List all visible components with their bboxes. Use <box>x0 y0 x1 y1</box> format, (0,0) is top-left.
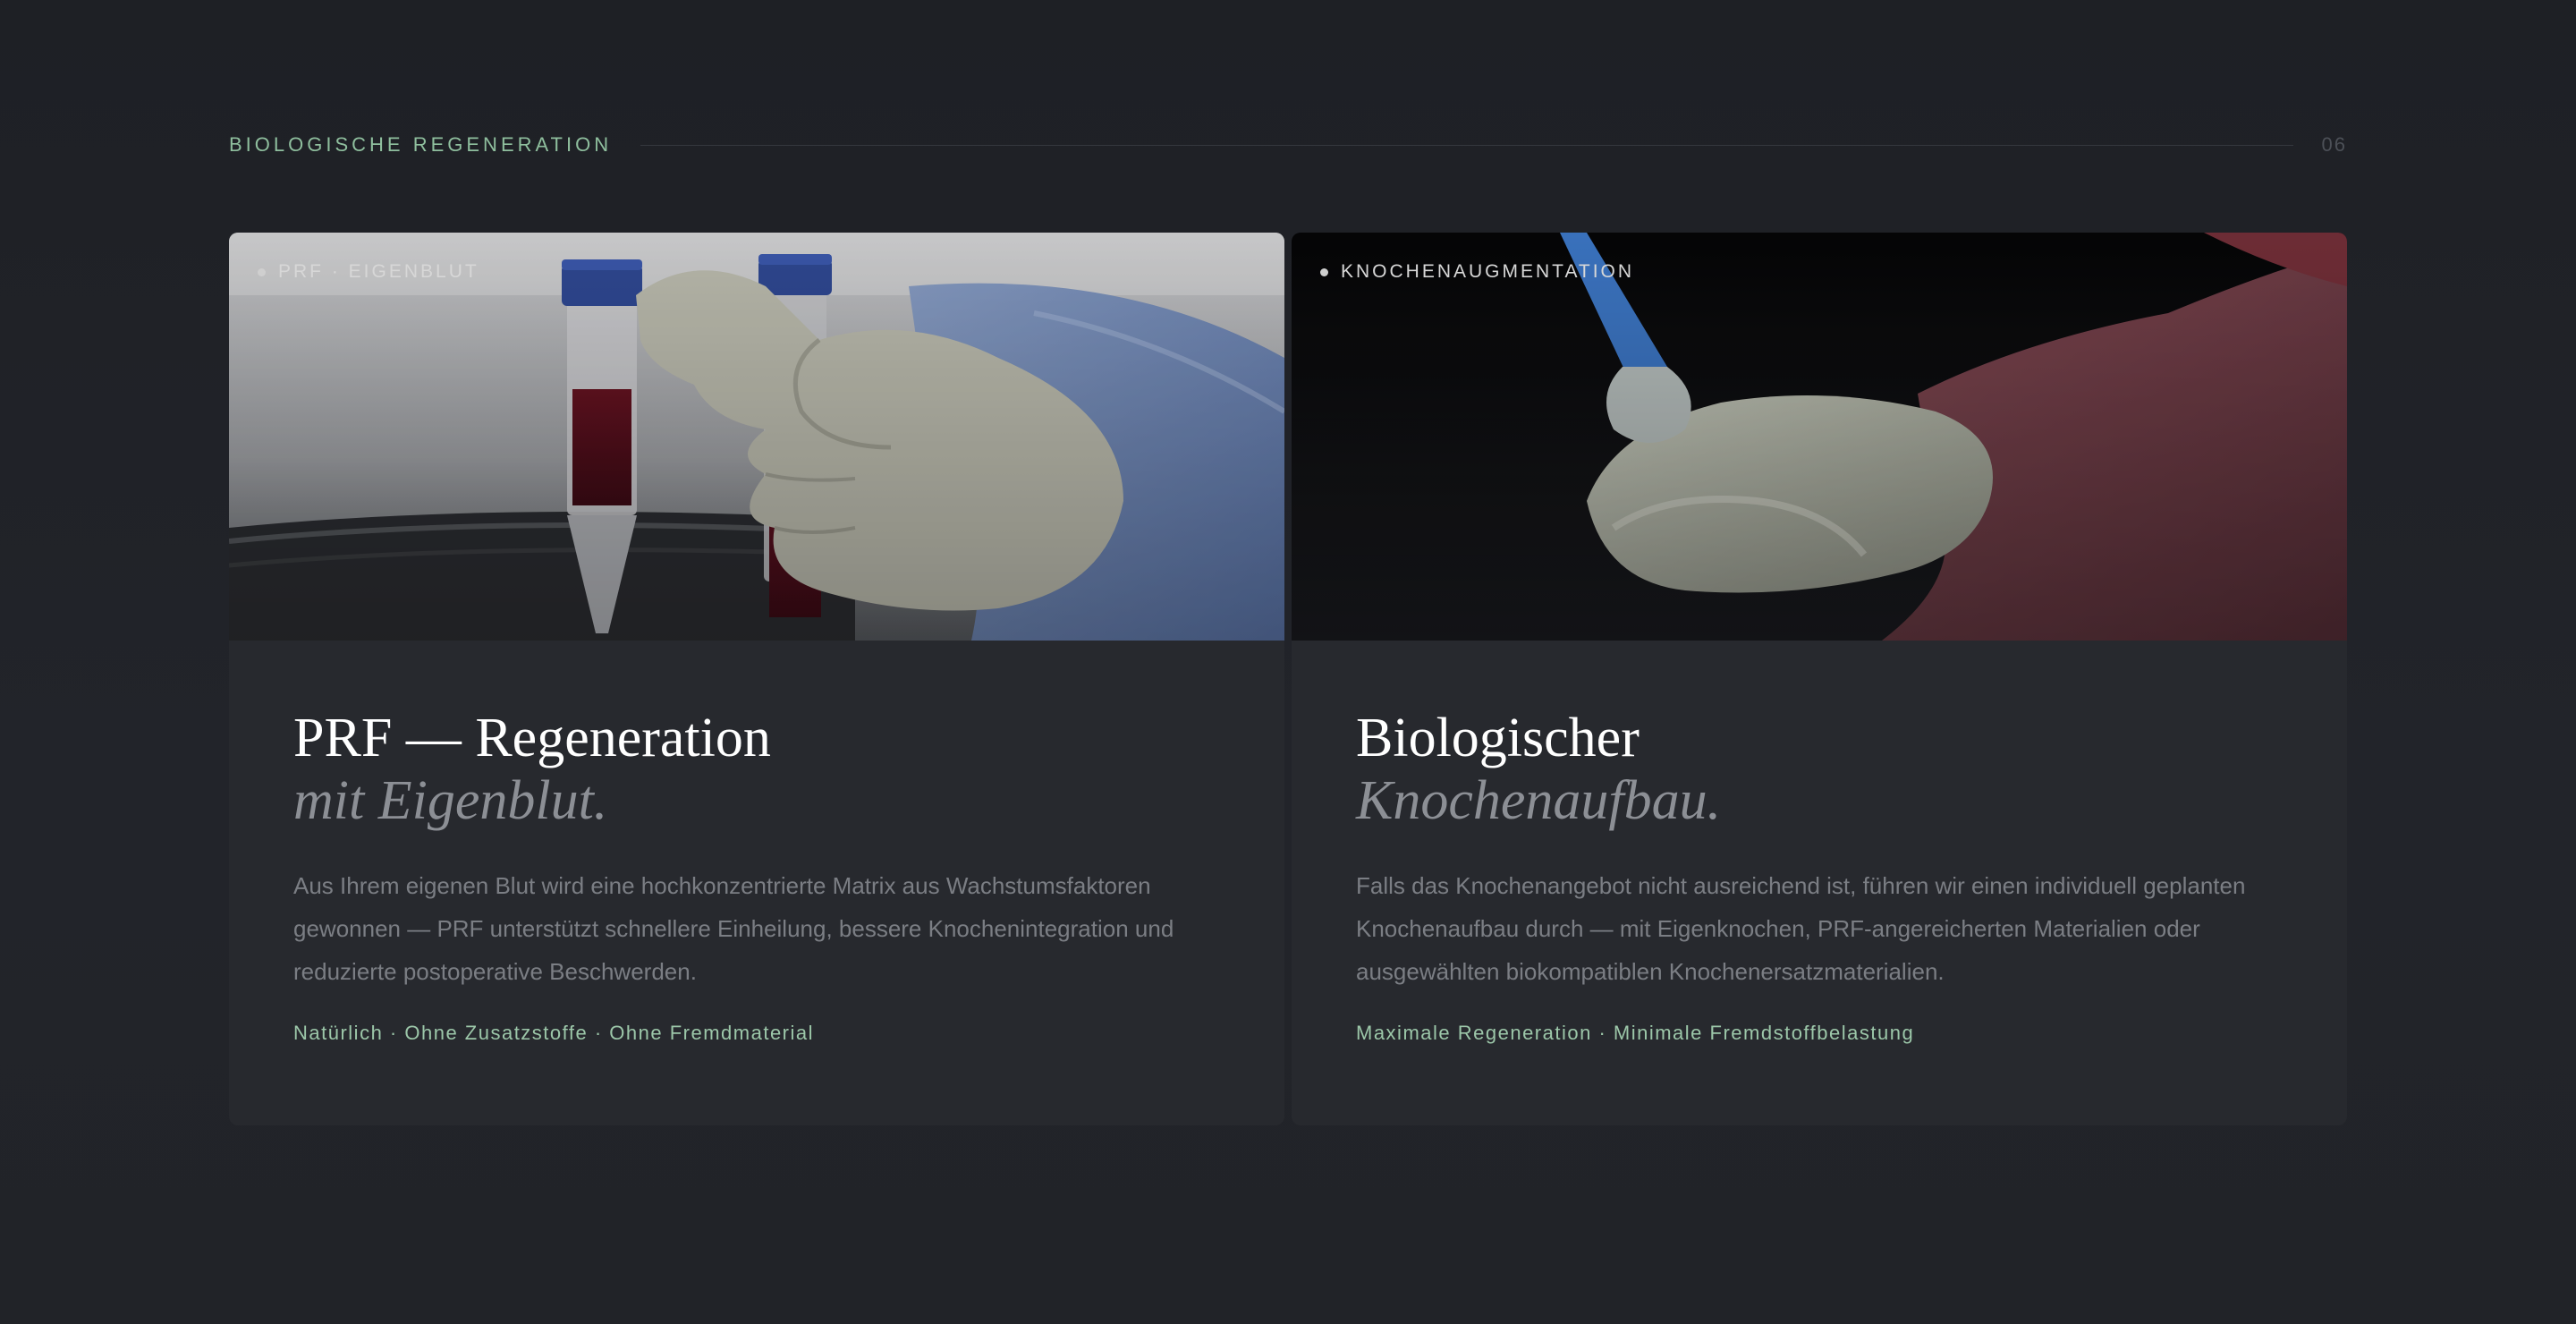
card-title-emphasis: Knochenaufbau. <box>1356 770 1722 831</box>
prf-blood-tubes-image <box>229 233 1284 641</box>
card-description: Aus Ihrem eigenen Blut wird eine hochkon… <box>293 872 1174 985</box>
page: BIOLOGISCHE REGENERATION 06 PRF · EIGENB… <box>0 0 2576 1324</box>
tag-dot-icon <box>258 267 266 276</box>
card-title-emphasis: mit Eigenblut. <box>293 770 608 831</box>
card-title: Biologischer <box>1356 708 1640 768</box>
card-tag-label: PRF · EIGENBLUT <box>278 261 479 282</box>
section-header: BIOLOGISCHE REGENERATION 06 <box>229 131 2347 159</box>
card-description: Falls das Knochenangebot nicht ausreiche… <box>1356 872 2246 985</box>
tag-dot-icon <box>1320 267 1328 276</box>
card-feature-tags: Natürlich · Ohne Zusatzstoffe · Ohne Fre… <box>293 1022 815 1044</box>
section-number: 06 <box>2321 133 2347 156</box>
card-feature-tags: Maximale Regeneration · Minimale Fremdst… <box>1356 1022 1915 1044</box>
card-body-prf: PRF — Regeneration mit Eigenblut. Aus Ih… <box>293 707 1224 1045</box>
section-divider <box>640 144 2293 146</box>
card-tag-prf: PRF · EIGENBLUT <box>258 261 479 283</box>
card-tag-label: KNOCHENAUGMENTATION <box>1341 261 1635 282</box>
bone-augmentation-image <box>1292 233 2347 641</box>
card-body-bone: Biologischer Knochenaufbau. Falls das Kn… <box>1356 707 2286 1045</box>
card-image-prf: PRF · EIGENBLUT <box>229 233 1284 641</box>
card-bone-augmentation: KNOCHENAUGMENTATION Biologischer Knochen… <box>1292 233 2347 1125</box>
section-title: BIOLOGISCHE REGENERATION <box>229 133 613 156</box>
card-tag-bone: KNOCHENAUGMENTATION <box>1320 261 1634 283</box>
card-image-bone: KNOCHENAUGMENTATION <box>1292 233 2347 641</box>
card-prf: PRF · EIGENBLUT PRF — Regeneration mit E… <box>229 233 1284 1125</box>
card-title: PRF — Regeneration <box>293 708 771 768</box>
